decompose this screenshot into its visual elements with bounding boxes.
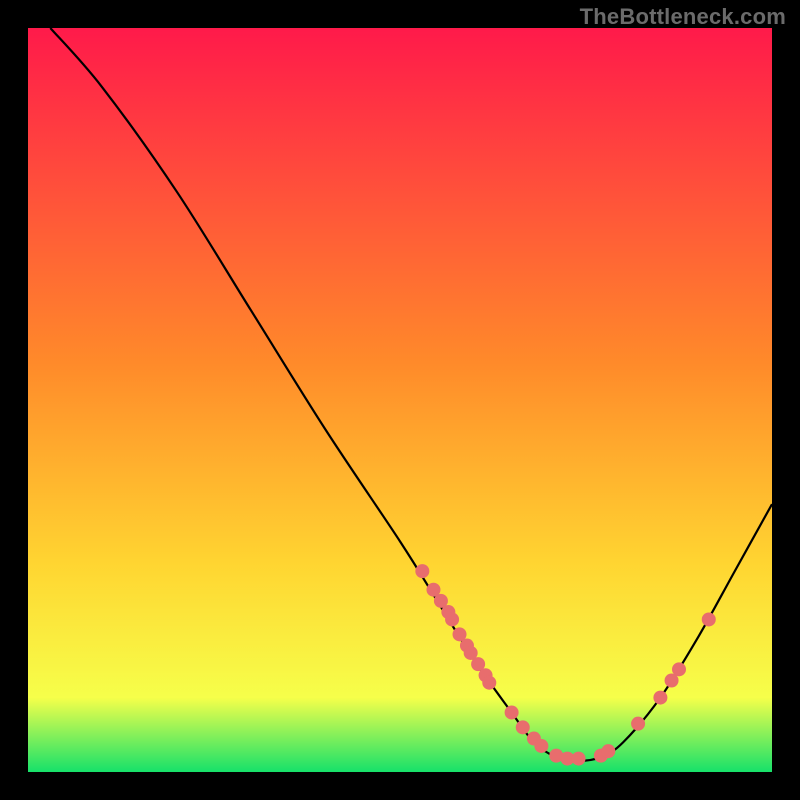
- data-marker: [415, 564, 429, 578]
- data-marker: [516, 720, 530, 734]
- data-marker: [631, 717, 645, 731]
- data-marker: [702, 612, 716, 626]
- app-frame: TheBottleneck.com: [0, 0, 800, 800]
- gradient-background: [28, 28, 772, 772]
- data-marker: [653, 691, 667, 705]
- data-marker: [572, 752, 586, 766]
- data-marker: [534, 739, 548, 753]
- chart-area: [28, 28, 772, 772]
- data-marker: [505, 705, 519, 719]
- data-marker: [482, 676, 496, 690]
- data-marker: [601, 744, 615, 758]
- watermark-text: TheBottleneck.com: [580, 4, 786, 30]
- data-marker: [672, 662, 686, 676]
- data-marker: [445, 612, 459, 626]
- chart-svg: [28, 28, 772, 772]
